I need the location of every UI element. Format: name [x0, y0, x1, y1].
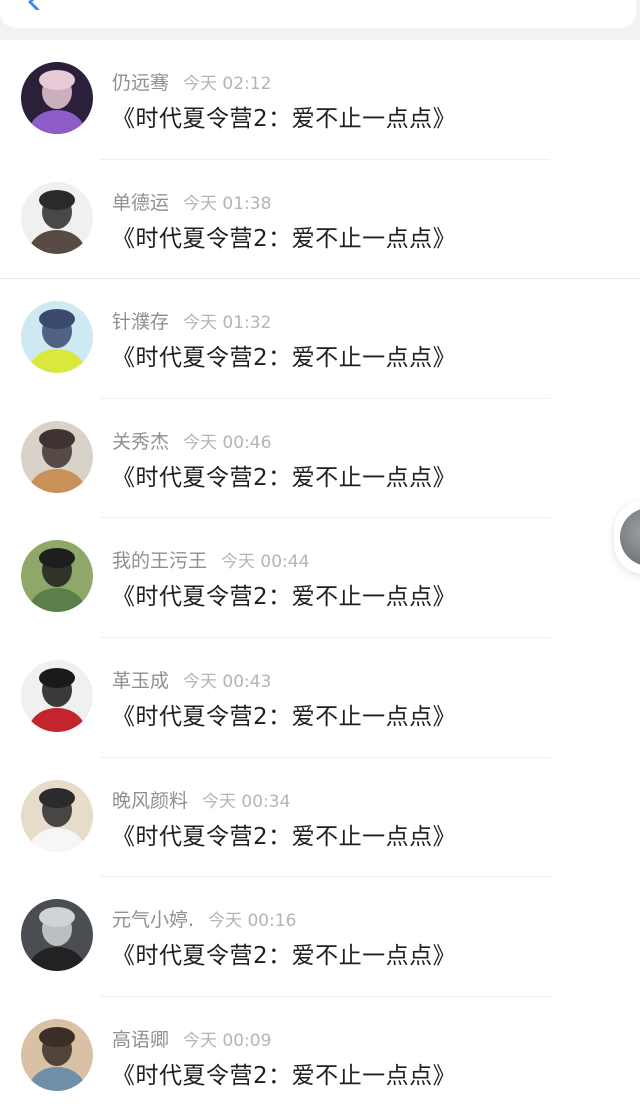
- avatar[interactable]: [21, 1018, 93, 1091]
- avatar-image: [21, 659, 93, 732]
- sender-name[interactable]: 仍远骞: [112, 72, 169, 94]
- sender-name[interactable]: 关秀杰: [112, 431, 169, 453]
- avatar: [620, 508, 640, 566]
- message-text: 《时代夏令营2：爱不止一点点》: [112, 464, 457, 491]
- sender-line: 仍远骞 今天 02:12: [112, 70, 271, 96]
- message-text: 《时代夏令营2：爱不止一点点》: [112, 1062, 457, 1089]
- sender-line: 革玉成 今天 00:43: [112, 668, 271, 694]
- timestamp: 今天 00:43: [183, 671, 272, 692]
- list-item[interactable]: 我的王污王 今天 00:44 《时代夏令营2：爱不止一点点》: [0, 518, 640, 638]
- avatar-image: [21, 540, 93, 613]
- avatar[interactable]: [21, 540, 93, 613]
- list-item[interactable]: 关秀杰 今天 00:46 《时代夏令营2：爱不止一点点》: [0, 399, 640, 519]
- list-item[interactable]: 单德运 今天 01:38 《时代夏令营2：爱不止一点点》: [0, 160, 640, 280]
- avatar-image: [21, 301, 93, 374]
- chevron-left-icon[interactable]: [24, 0, 46, 10]
- message-list-screen: 仍远骞 今天 02:12 《时代夏令营2：爱不止一点点》 单德运 今天 01:38 《时代…: [0, 0, 640, 1109]
- sender-line: 针濮存 今天 01:32: [112, 309, 271, 335]
- message-text: 《时代夏令营2：爱不止一点点》: [112, 584, 457, 611]
- avatar[interactable]: [21, 62, 93, 134]
- sender-name[interactable]: 晚风颜料: [112, 790, 188, 812]
- list-item[interactable]: 针濮存 今天 01:32 《时代夏令营2：爱不止一点点》: [0, 279, 640, 399]
- sender-line: 元气小婷. 今天 00:16: [112, 907, 296, 933]
- timestamp: 今天 01:32: [183, 313, 272, 334]
- sender-name[interactable]: 我的王污王: [112, 550, 207, 572]
- avatar-image: [21, 62, 93, 134]
- avatar[interactable]: [21, 899, 93, 972]
- sender-line: 高语卿 今天 00:09: [112, 1027, 271, 1053]
- avatar[interactable]: [21, 659, 93, 732]
- avatar[interactable]: [21, 779, 93, 852]
- timestamp: 今天 00:16: [208, 911, 297, 932]
- avatar[interactable]: [21, 181, 93, 254]
- timestamp: 今天 02:12: [183, 74, 272, 94]
- list-item[interactable]: 晚风颜料 今天 00:34 《时代夏令营2：爱不止一点点》: [0, 758, 640, 878]
- message-text: 《时代夏令营2：爱不止一点点》: [112, 823, 457, 850]
- sender-name[interactable]: 元气小婷.: [112, 909, 194, 931]
- avatar-image: [21, 899, 93, 972]
- avatar-image: [21, 779, 93, 852]
- sender-line: 晚风颜料 今天 00:34: [112, 788, 290, 814]
- sender-name[interactable]: 高语卿: [112, 1029, 169, 1051]
- avatar-image: [21, 420, 93, 493]
- list-item[interactable]: 元气小婷. 今天 00:16 《时代夏令营2：爱不止一点点》: [0, 877, 640, 997]
- avatar-image: [21, 181, 93, 254]
- sender-line: 我的王污王 今天 00:44: [112, 548, 309, 574]
- top-bar-card: [0, 0, 636, 28]
- message-list: 仍远骞 今天 02:12 《时代夏令营2：爱不止一点点》 单德运 今天 01:38 《时代…: [0, 40, 640, 1109]
- timestamp: 今天 00:44: [221, 552, 310, 573]
- timestamp: 今天 00:46: [183, 432, 272, 453]
- message-text: 《时代夏令营2：爱不止一点点》: [112, 106, 457, 132]
- avatar[interactable]: [21, 420, 93, 493]
- message-text: 《时代夏令营2：爱不止一点点》: [112, 703, 457, 730]
- message-text: 《时代夏令营2：爱不止一点点》: [112, 225, 457, 252]
- sender-line: 关秀杰 今天 00:46: [112, 429, 271, 455]
- message-text: 《时代夏令营2：爱不止一点点》: [112, 345, 457, 372]
- list-item[interactable]: 革玉成 今天 00:43 《时代夏令营2：爱不止一点点》: [0, 638, 640, 758]
- sender-name[interactable]: 单德运: [112, 192, 169, 214]
- timestamp: 今天 00:34: [202, 791, 291, 812]
- avatar[interactable]: [21, 301, 93, 374]
- message-text: 《时代夏令营2：爱不止一点点》: [112, 943, 457, 970]
- list-item[interactable]: 高语卿 今天 00:09 《时代夏令营2：爱不止一点点》: [0, 997, 640, 1109]
- timestamp: 今天 01:38: [183, 193, 272, 214]
- sender-line: 单德运 今天 01:38: [112, 190, 271, 216]
- timestamp: 今天 00:09: [183, 1030, 272, 1051]
- top-bar: [0, 0, 640, 40]
- list-item[interactable]: 仍远骞 今天 02:12 《时代夏令营2：爱不止一点点》: [0, 40, 640, 160]
- sender-name[interactable]: 针濮存: [112, 311, 169, 333]
- sender-name[interactable]: 革玉成: [112, 670, 169, 692]
- avatar-image: [21, 1018, 93, 1091]
